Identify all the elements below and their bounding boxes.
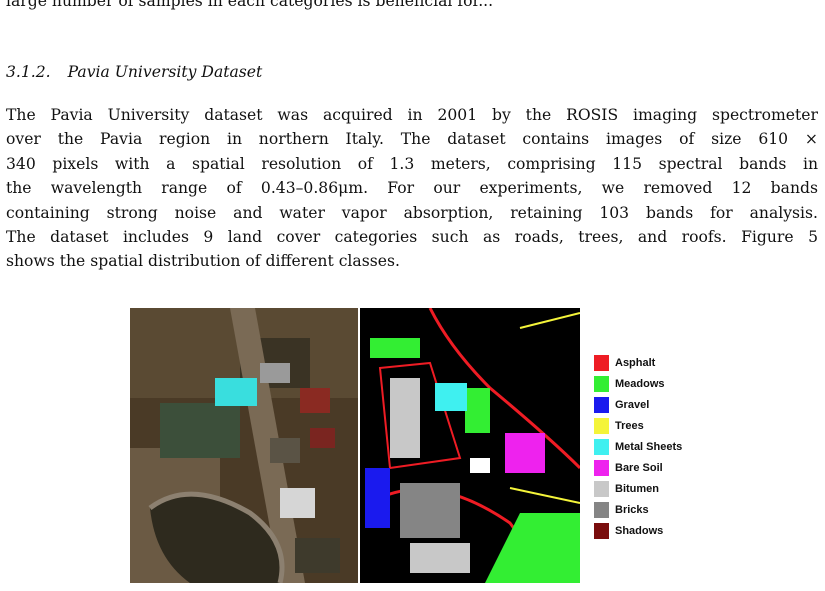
paragraph-line: The Pavia University dataset was acquire… [6, 106, 818, 124]
previous-paragraph-fragment: large number of samples in each categori… [6, 0, 494, 10]
paragraph-line: 340 pixels with a spatial resolution of … [6, 154, 818, 173]
legend-swatch [594, 396, 609, 413]
legend-swatch [594, 459, 609, 476]
paragraph-line: containing strong noise and water vapor … [6, 203, 818, 222]
legend-item: Gravel [594, 394, 682, 415]
legend-label: Trees [615, 419, 644, 432]
legend-swatch [594, 480, 609, 497]
legend-label: Metal Sheets [615, 440, 683, 453]
legend-swatch [594, 375, 609, 392]
paragraph-line: the wavelength range of 0.43–0.86μm. For… [6, 179, 818, 198]
legend-label: Shadows [615, 524, 664, 537]
figure-legend: Asphalt Meadows Gravel Trees Metal Sheet… [594, 352, 682, 541]
paragraph-line: shows the spatial distribution of differ… [6, 252, 400, 271]
legend-label: Bitumen [615, 482, 659, 495]
legend-label: Bare Soil [615, 461, 663, 474]
legend-item: Meadows [594, 373, 682, 394]
legend-item: Bare Soil [594, 457, 682, 478]
legend-item: Bricks [594, 499, 682, 520]
figure-5 [130, 307, 582, 584]
figure-images [130, 307, 582, 584]
body-paragraph: The Pavia University dataset was acquire… [6, 103, 818, 274]
section-number: 3.1.2. [6, 63, 51, 81]
legend-label: Asphalt [615, 356, 656, 369]
section-heading: 3.1.2. Pavia University Dataset [6, 63, 262, 81]
legend-label: Meadows [615, 377, 665, 390]
legend-label: Bricks [615, 503, 649, 516]
legend-item: Trees [594, 415, 682, 436]
false-color-image [130, 308, 358, 584]
paragraph-line: The dataset includes 9 land cover catego… [6, 228, 818, 247]
section-title: Pavia University Dataset [67, 63, 263, 81]
legend-item: Bitumen [594, 478, 682, 499]
legend-swatch [594, 438, 609, 455]
legend-item: Asphalt [594, 352, 682, 373]
legend-item: Shadows [594, 520, 682, 541]
legend-swatch [594, 522, 609, 539]
legend-swatch [594, 417, 609, 434]
ground-truth-map [360, 307, 582, 584]
legend-item: Metal Sheets [594, 436, 682, 457]
legend-swatch [594, 354, 609, 371]
legend-label: Gravel [615, 398, 650, 411]
legend-swatch [594, 501, 609, 518]
paragraph-line: over the Pavia region in northern Italy.… [6, 130, 818, 149]
